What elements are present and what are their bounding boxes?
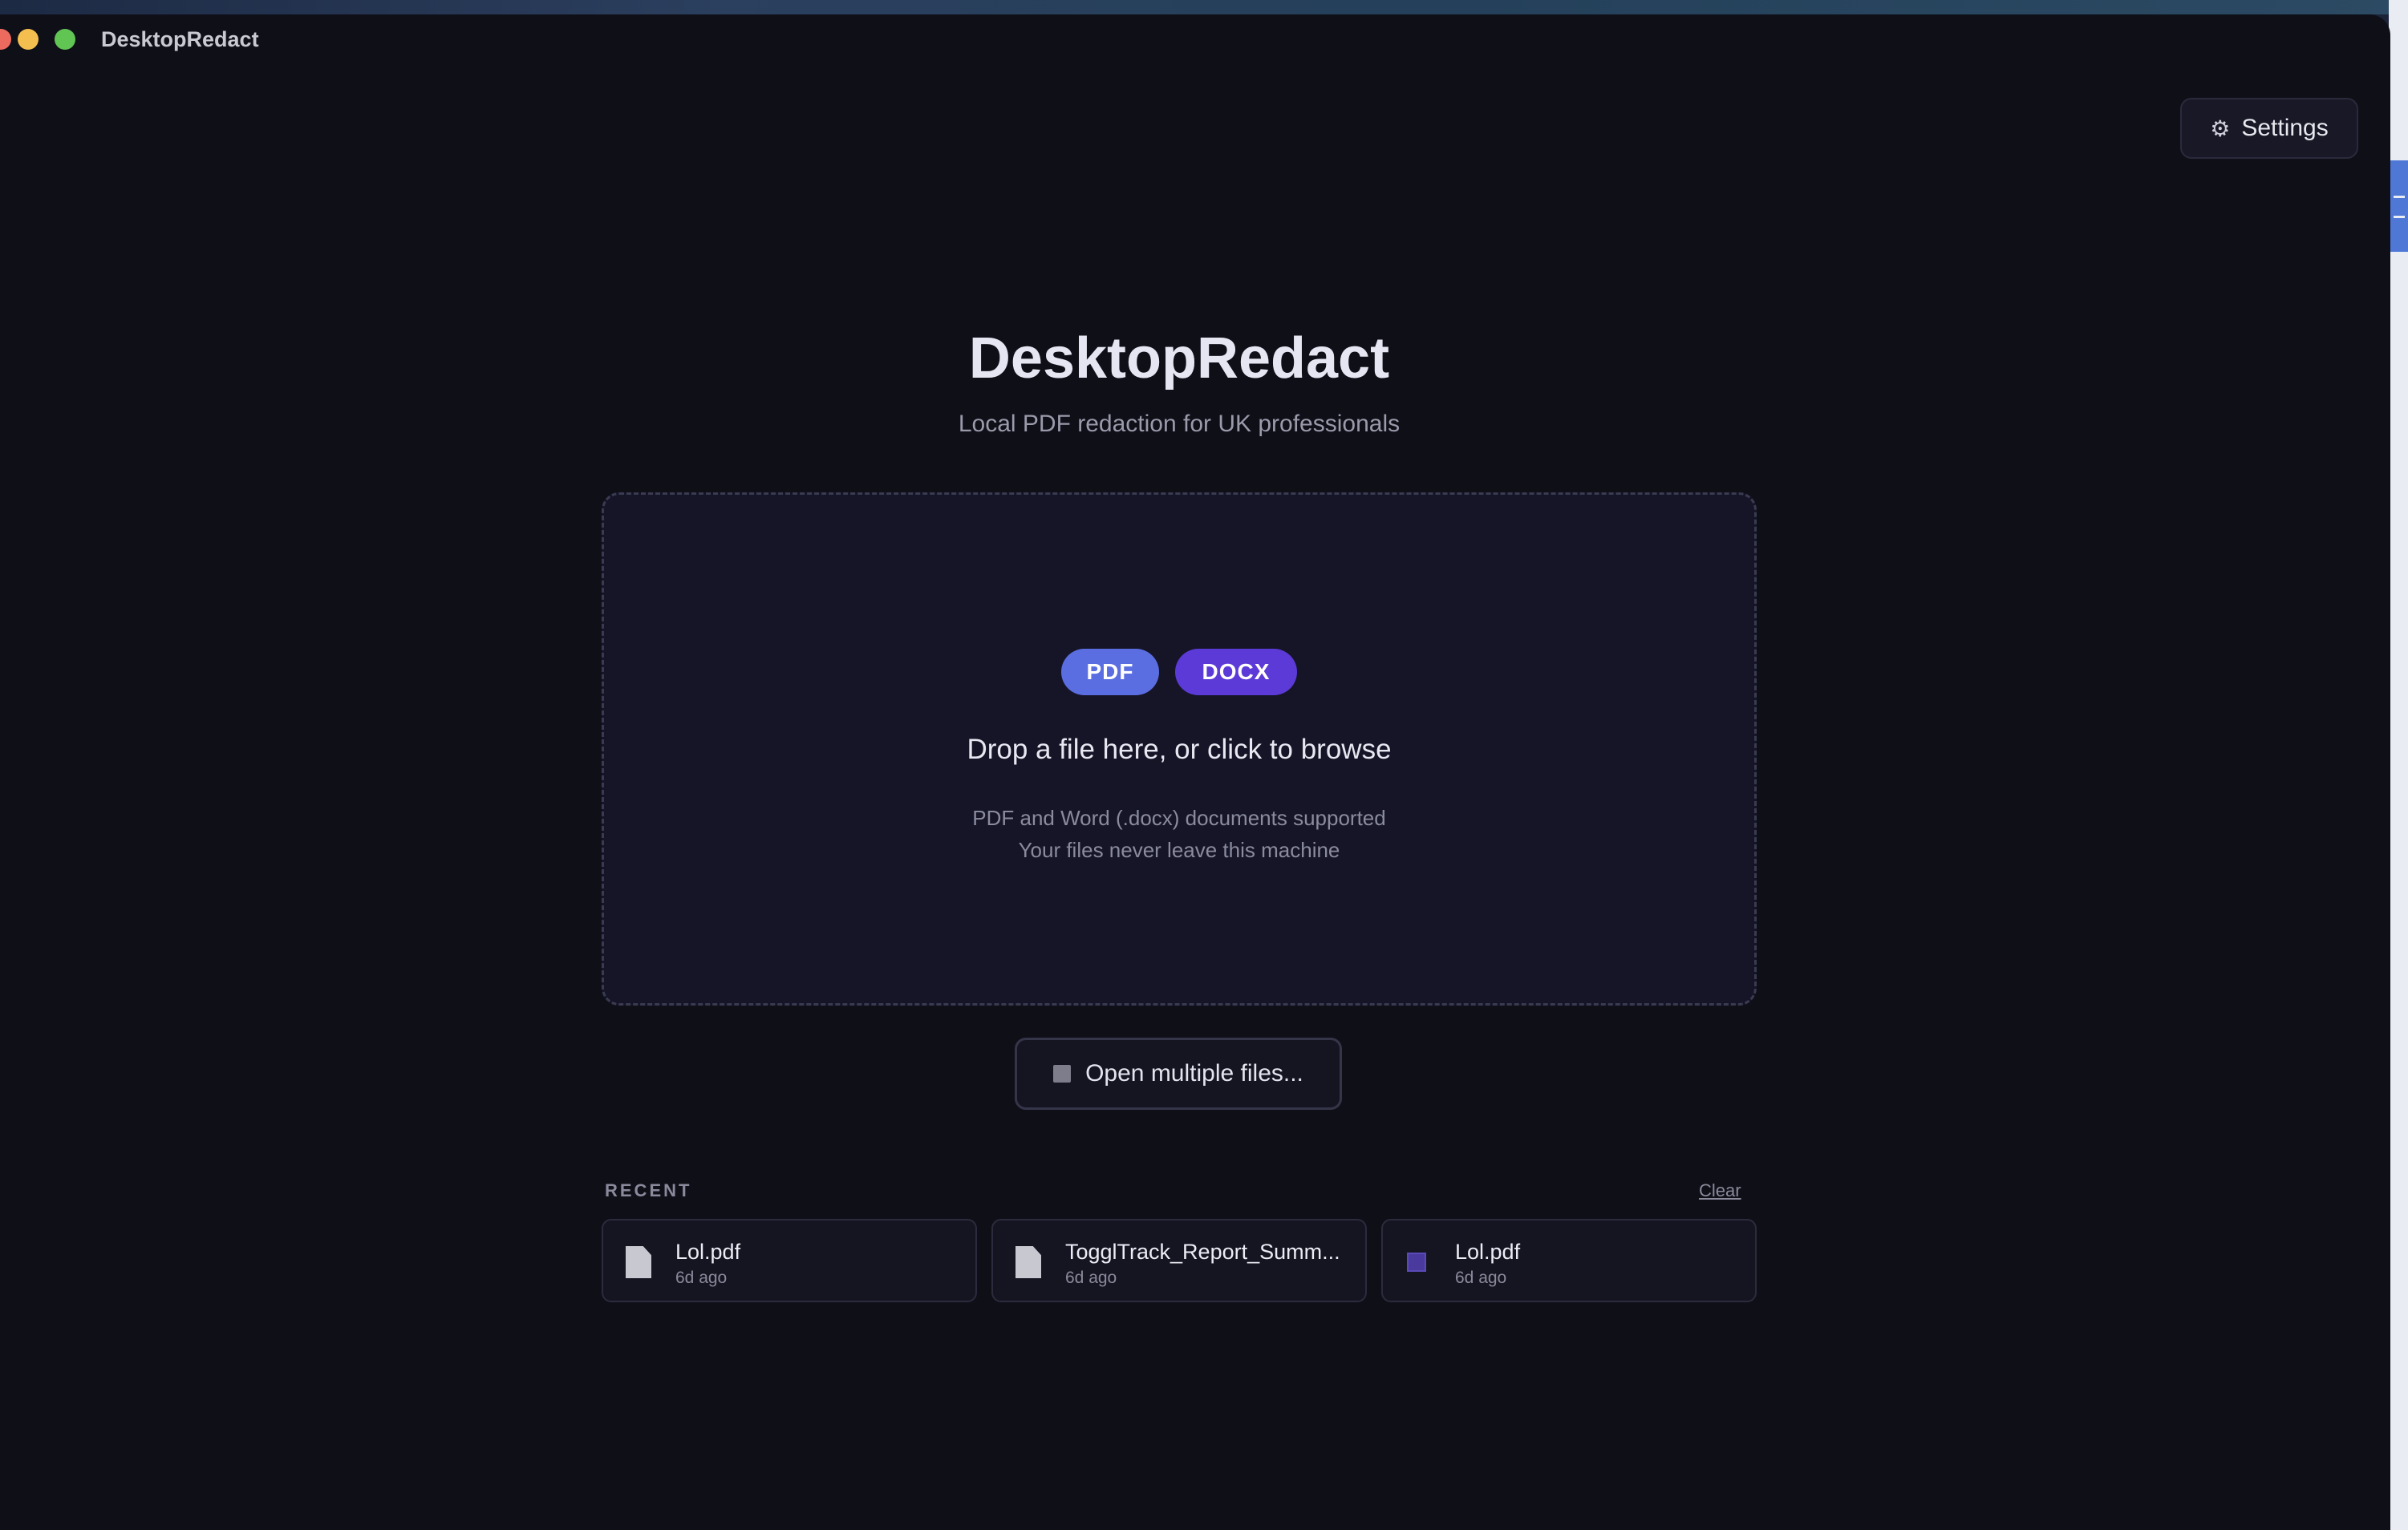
recent-file-name: Lol.pdf bbox=[1455, 1240, 1521, 1264]
document-icon bbox=[1015, 1246, 1041, 1278]
recent-file-card[interactable]: Lol.pdf 6d ago bbox=[1381, 1219, 1757, 1302]
desktop-edge bbox=[2389, 0, 2408, 1530]
purple-square-icon bbox=[1407, 1253, 1426, 1272]
dropzone-supported-formats: PDF and Word (.docx) documents supported bbox=[972, 806, 1386, 830]
recent-file-card[interactable]: TogglTrack_Report_Summ... 6d ago bbox=[991, 1219, 1367, 1302]
recent-section-label: RECENT bbox=[605, 1180, 692, 1200]
open-multiple-files-button[interactable]: Open multiple files... bbox=[1015, 1038, 1342, 1110]
zoom-window-button[interactable] bbox=[55, 29, 75, 50]
recent-file-card[interactable]: Lol.pdf 6d ago bbox=[602, 1219, 977, 1302]
background-window-tab bbox=[2389, 160, 2408, 252]
file-dropzone[interactable]: PDF DOCX Drop a file here, or click to b… bbox=[602, 492, 1757, 1006]
recent-file-name: TogglTrack_Report_Summ... bbox=[1065, 1240, 1340, 1264]
gear-icon: ⚙ bbox=[2210, 115, 2231, 141]
settings-label: Settings bbox=[2241, 115, 2329, 141]
document-icon bbox=[626, 1246, 651, 1278]
open-multiple-files-label: Open multiple files... bbox=[1085, 1060, 1303, 1087]
minimize-window-button[interactable] bbox=[18, 29, 39, 50]
app-window: DesktopRedact ⚙ Settings DesktopRedact L… bbox=[0, 14, 2390, 1530]
desktop-background bbox=[0, 0, 2408, 14]
recent-file-time: 6d ago bbox=[1065, 1269, 1117, 1287]
window-title: DesktopRedact bbox=[101, 27, 259, 51]
page-subtitle: Local PDF redaction for UK professionals bbox=[958, 411, 1401, 437]
square-icon bbox=[1053, 1065, 1072, 1083]
recent-file-time: 6d ago bbox=[1455, 1269, 1507, 1287]
recent-files-list: Lol.pdf 6d ago TogglTrack_Report_Summ...… bbox=[602, 1219, 1757, 1302]
clear-recent-link[interactable]: Clear bbox=[1699, 1180, 1741, 1201]
recent-file-name: Lol.pdf bbox=[675, 1240, 741, 1264]
recent-file-time: 6d ago bbox=[675, 1269, 728, 1287]
docx-badge: DOCX bbox=[1175, 649, 1297, 695]
title-bar: DesktopRedact bbox=[0, 14, 2390, 64]
close-window-button[interactable] bbox=[0, 29, 11, 50]
page-title: DesktopRedact bbox=[968, 326, 1390, 391]
settings-button[interactable]: ⚙ Settings bbox=[2180, 98, 2358, 159]
dropzone-privacy-note: Your files never leave this machine bbox=[1018, 838, 1340, 862]
dropzone-instruction: Drop a file here, or click to browse bbox=[967, 734, 1392, 765]
pdf-badge: PDF bbox=[1061, 649, 1159, 695]
format-badges: PDF DOCX bbox=[604, 649, 1754, 695]
